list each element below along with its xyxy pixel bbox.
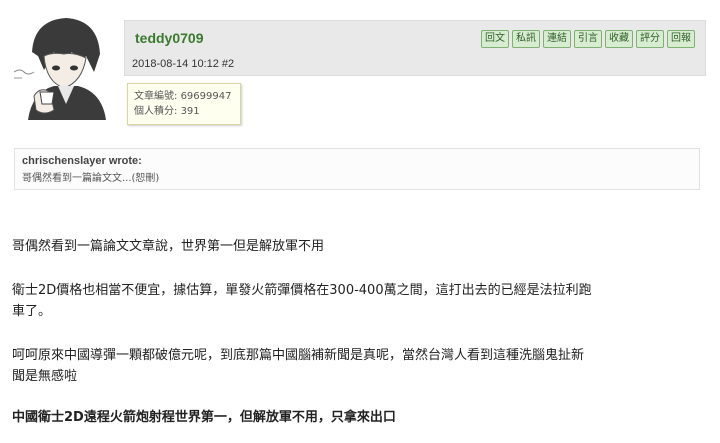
link-button[interactable]: 連結 bbox=[543, 30, 571, 48]
score-label: 個人積分: bbox=[134, 106, 178, 117]
post-paragraph-4-bold: 中國衛士2D遠程火箭炮射程世界第一，但解放軍不用，只拿來出口 bbox=[12, 410, 396, 425]
article-id-row: 文章編號: 69699947 bbox=[134, 89, 234, 104]
post-paragraph-3-line-2: 聞是無感啦 bbox=[12, 369, 78, 384]
post-paragraph-2-line-2: 車了。 bbox=[12, 304, 52, 319]
score-row: 個人積分: 391 bbox=[134, 104, 234, 119]
post-timestamp: 2018-08-14 10:12 #2 bbox=[132, 58, 234, 70]
post-date: 2018-08-14 10:12 bbox=[132, 58, 219, 70]
username-link[interactable]: teddy0709 bbox=[135, 30, 203, 46]
quote-author: chrischenslayer wrote: bbox=[22, 155, 142, 167]
post-paragraph-3-line-1: 呵呵原來中國導彈一顆都破億元呢，到底那篇中國腦補新聞是真呢，當然台灣人看到這種洗… bbox=[12, 348, 585, 363]
private-message-button[interactable]: 私訊 bbox=[512, 30, 540, 48]
quote-block: chrischenslayer wrote: 哥偶然看到一篇論文文...(恕刪) bbox=[14, 148, 700, 190]
user-stats-tooltip: 文章編號: 69699947 個人積分: 391 bbox=[127, 83, 241, 125]
favorite-button[interactable]: 收藏 bbox=[605, 30, 633, 48]
score-value: 391 bbox=[180, 106, 200, 117]
rate-button[interactable]: 評分 bbox=[636, 30, 664, 48]
user-avatar[interactable] bbox=[14, 12, 118, 120]
reply-button[interactable]: 回文 bbox=[481, 30, 509, 48]
quote-button[interactable]: 引言 bbox=[574, 30, 602, 48]
article-id-label: 文章編號: bbox=[134, 91, 178, 102]
report-button[interactable]: 回報 bbox=[667, 30, 695, 48]
article-id-value: 69699947 bbox=[180, 91, 232, 102]
floor-number[interactable]: #2 bbox=[222, 58, 234, 70]
post-paragraph-1: 哥偶然看到一篇論文文章說，世界第一但是解放軍不用 bbox=[12, 239, 325, 254]
post-actions: 回文 私訊 連結 引言 收藏 評分 回報 bbox=[481, 30, 695, 48]
post-paragraph-2-line-1: 衛士2D價格也相當不便宜，據估算，單發火箭彈價格在300-400萬之間，這打出去… bbox=[12, 283, 592, 298]
quote-text: 哥偶然看到一篇論文文...(恕刪) bbox=[22, 173, 160, 184]
